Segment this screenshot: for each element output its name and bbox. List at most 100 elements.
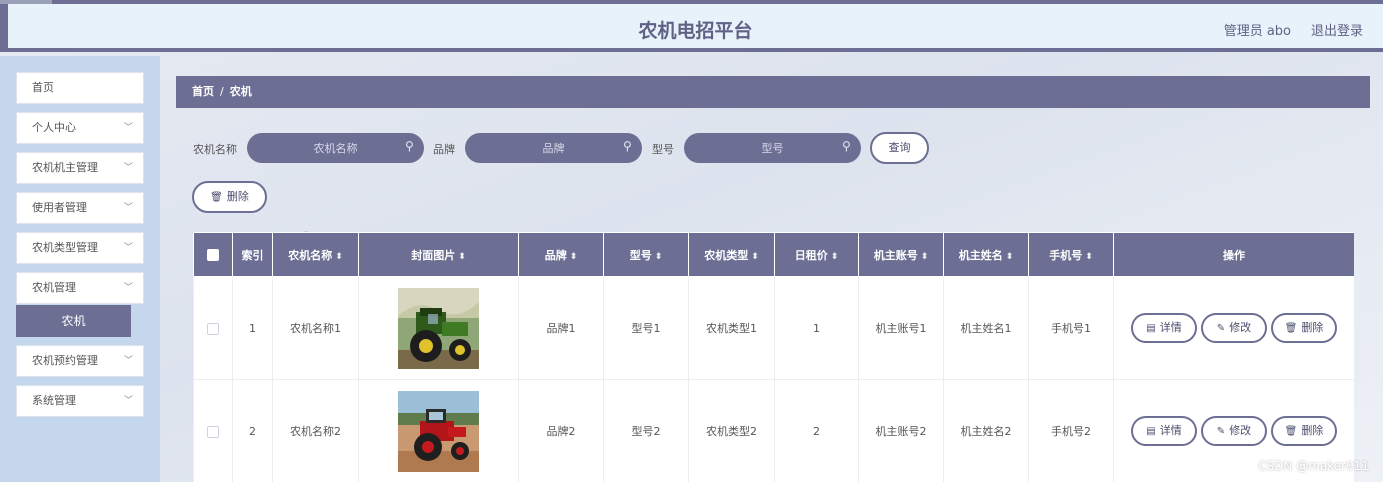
column-header-label: 农机类型: [704, 248, 749, 262]
chevron-down-icon: ﹀: [123, 356, 133, 366]
green-tractor-image: [398, 287, 479, 369]
row-checkbox[interactable]: [207, 322, 219, 335]
cell-actions: ▤ 详情 ✎ 修改 🗑 删除: [1113, 276, 1354, 380]
table-row: 1 农机名称1 品牌1 型号1 农机类型1 1 机主账号1 机主姓名1 手机号1…: [193, 276, 1354, 380]
column-header-owner-name[interactable]: 机主姓名 ⬍: [943, 232, 1029, 277]
column-header-label: 品牌: [544, 248, 567, 262]
column-header-name[interactable]: 农机名称 ⬍: [272, 232, 359, 277]
sidebar-subitem-machine[interactable]: 农机: [16, 305, 131, 337]
sidebar-item-system-management[interactable]: 系统管理 ﹀: [16, 385, 144, 417]
sort-icon[interactable]: ⬍: [1085, 252, 1093, 262]
search-icon: ⚲: [405, 139, 414, 153]
cell-index: 2: [232, 379, 273, 482]
sidebar-item-user-management[interactable]: 使用者管理 ﹀: [16, 192, 144, 224]
cell-owner-name: 机主姓名1: [943, 276, 1029, 380]
sidebar-item-label: 使用者管理: [32, 201, 87, 214]
row-select-cell[interactable]: [193, 379, 233, 482]
column-header-label: 封面图片: [411, 248, 456, 262]
sidebar-item-type-management[interactable]: 农机类型管理 ﹀: [16, 232, 144, 264]
watermark: CSDN @maker011: [1258, 459, 1369, 473]
name-search-input[interactable]: [247, 133, 424, 163]
cell-owner-name: 机主姓名2: [943, 379, 1029, 482]
model-search-input[interactable]: [684, 133, 861, 163]
document-icon: ▤: [1146, 323, 1156, 334]
cell-type: 农机类型2: [688, 379, 775, 482]
logout-link[interactable]: 退出登录: [1311, 20, 1363, 39]
cell-brand: 品牌1: [518, 276, 604, 380]
sidebar-item-machine-management[interactable]: 农机管理 ﹀: [16, 272, 144, 304]
edit-label: 修改: [1229, 321, 1252, 334]
sidebar-item-label: 首页: [32, 81, 54, 94]
detail-button[interactable]: ▤ 详情: [1131, 313, 1197, 343]
cell-image: [358, 276, 519, 380]
bulk-delete-button[interactable]: 🗑 删除: [192, 181, 267, 213]
bulk-delete-label: 删除: [226, 190, 249, 203]
sidebar-item-owner-management[interactable]: 农机机主管理 ﹀: [16, 152, 144, 184]
sort-icon[interactable]: ⬍: [831, 252, 839, 262]
column-header-label: 机主账号: [873, 248, 918, 262]
sort-icon[interactable]: ⬍: [655, 252, 663, 262]
column-header-brand[interactable]: 品牌 ⬍: [518, 232, 604, 277]
column-header-price[interactable]: 日租价 ⬍: [774, 232, 859, 277]
trash-icon: 🗑: [210, 192, 223, 203]
breadcrumb-home[interactable]: 首页: [192, 85, 214, 98]
machine-table: 索引 农机名称 ⬍ 封面图片 ⬍ 品牌 ⬍ 型号 ⬍ 农机类型 ⬍ 日租价 ⬍ 机主账号 ⬍ …: [193, 232, 1354, 482]
column-header-phone[interactable]: 手机号 ⬍: [1028, 232, 1114, 277]
column-header-index: 索引: [232, 232, 273, 277]
column-header-label: 型号: [629, 248, 652, 262]
row-select-cell[interactable]: [193, 276, 233, 380]
delete-button[interactable]: 🗑 删除: [1271, 313, 1337, 343]
delete-label: 删除: [1301, 321, 1324, 334]
column-header-type[interactable]: 农机类型 ⬍: [688, 232, 775, 277]
pencil-icon: ✎: [1216, 323, 1226, 334]
row-checkbox[interactable]: [207, 425, 219, 438]
column-header-model[interactable]: 型号 ⬍: [603, 232, 689, 277]
delete-button[interactable]: 🗑 删除: [1271, 416, 1337, 446]
current-user: 管理员 abo: [1223, 24, 1291, 39]
sidebar-item-label: 个人中心: [32, 121, 76, 134]
sort-icon[interactable]: ⬍: [921, 252, 929, 262]
trash-icon: 🗑: [1284, 426, 1298, 437]
column-header-image[interactable]: 封面图片 ⬍: [358, 232, 519, 277]
sidebar-item-personal-center[interactable]: 个人中心 ﹀: [16, 112, 144, 144]
trash-icon: 🗑: [1284, 323, 1298, 334]
column-header-owner-account[interactable]: 机主账号 ⬍: [858, 232, 944, 277]
cell-model: 型号1: [603, 276, 689, 380]
sidebar-item-booking-management[interactable]: 农机预约管理 ﹀: [16, 345, 144, 377]
sort-icon[interactable]: ⬍: [570, 252, 578, 262]
breadcrumb: 首页 / 农机: [176, 76, 1370, 108]
sidebar-item-home[interactable]: 首页: [16, 72, 144, 104]
sidebar-item-label: 农机预约管理: [32, 354, 98, 367]
cell-model: 型号2: [603, 379, 689, 482]
cell-price: 2: [774, 379, 859, 482]
column-header-label: 农机名称: [288, 248, 333, 262]
query-button[interactable]: 查询: [870, 132, 929, 164]
delete-label: 删除: [1301, 424, 1324, 437]
red-tractor-image: [398, 390, 479, 472]
brand-label: 品牌: [433, 143, 455, 156]
cell-phone: 手机号1: [1028, 276, 1114, 380]
chevron-down-icon: ﹀: [123, 283, 133, 293]
column-header-label: 日租价: [794, 248, 828, 262]
column-header-label: 手机号: [1049, 248, 1083, 262]
sidebar-item-label: 系统管理: [32, 394, 76, 407]
edit-button[interactable]: ✎ 修改: [1201, 416, 1267, 446]
brand-search-input[interactable]: [465, 133, 642, 163]
cell-phone: 手机号2: [1028, 379, 1114, 482]
detail-button[interactable]: ▤ 详情: [1131, 416, 1197, 446]
chevron-down-icon: ﹀: [123, 396, 133, 406]
chevron-down-icon: ﹀: [123, 123, 133, 133]
cell-index: 1: [232, 276, 273, 380]
edit-button[interactable]: ✎ 修改: [1201, 313, 1267, 343]
sort-icon[interactable]: ⬍: [335, 252, 343, 262]
cell-image: [358, 379, 519, 482]
select-all-checkbox[interactable]: [207, 249, 219, 261]
sort-icon[interactable]: ⬍: [1006, 252, 1014, 262]
breadcrumb-current: 农机: [229, 85, 252, 98]
search-icon: ⚲: [842, 139, 851, 153]
sort-icon[interactable]: ⬍: [458, 252, 466, 262]
sort-icon[interactable]: ⬍: [751, 252, 759, 262]
detail-label: 详情: [1159, 321, 1182, 334]
cell-type: 农机类型1: [688, 276, 775, 380]
select-all-header[interactable]: [193, 232, 233, 277]
